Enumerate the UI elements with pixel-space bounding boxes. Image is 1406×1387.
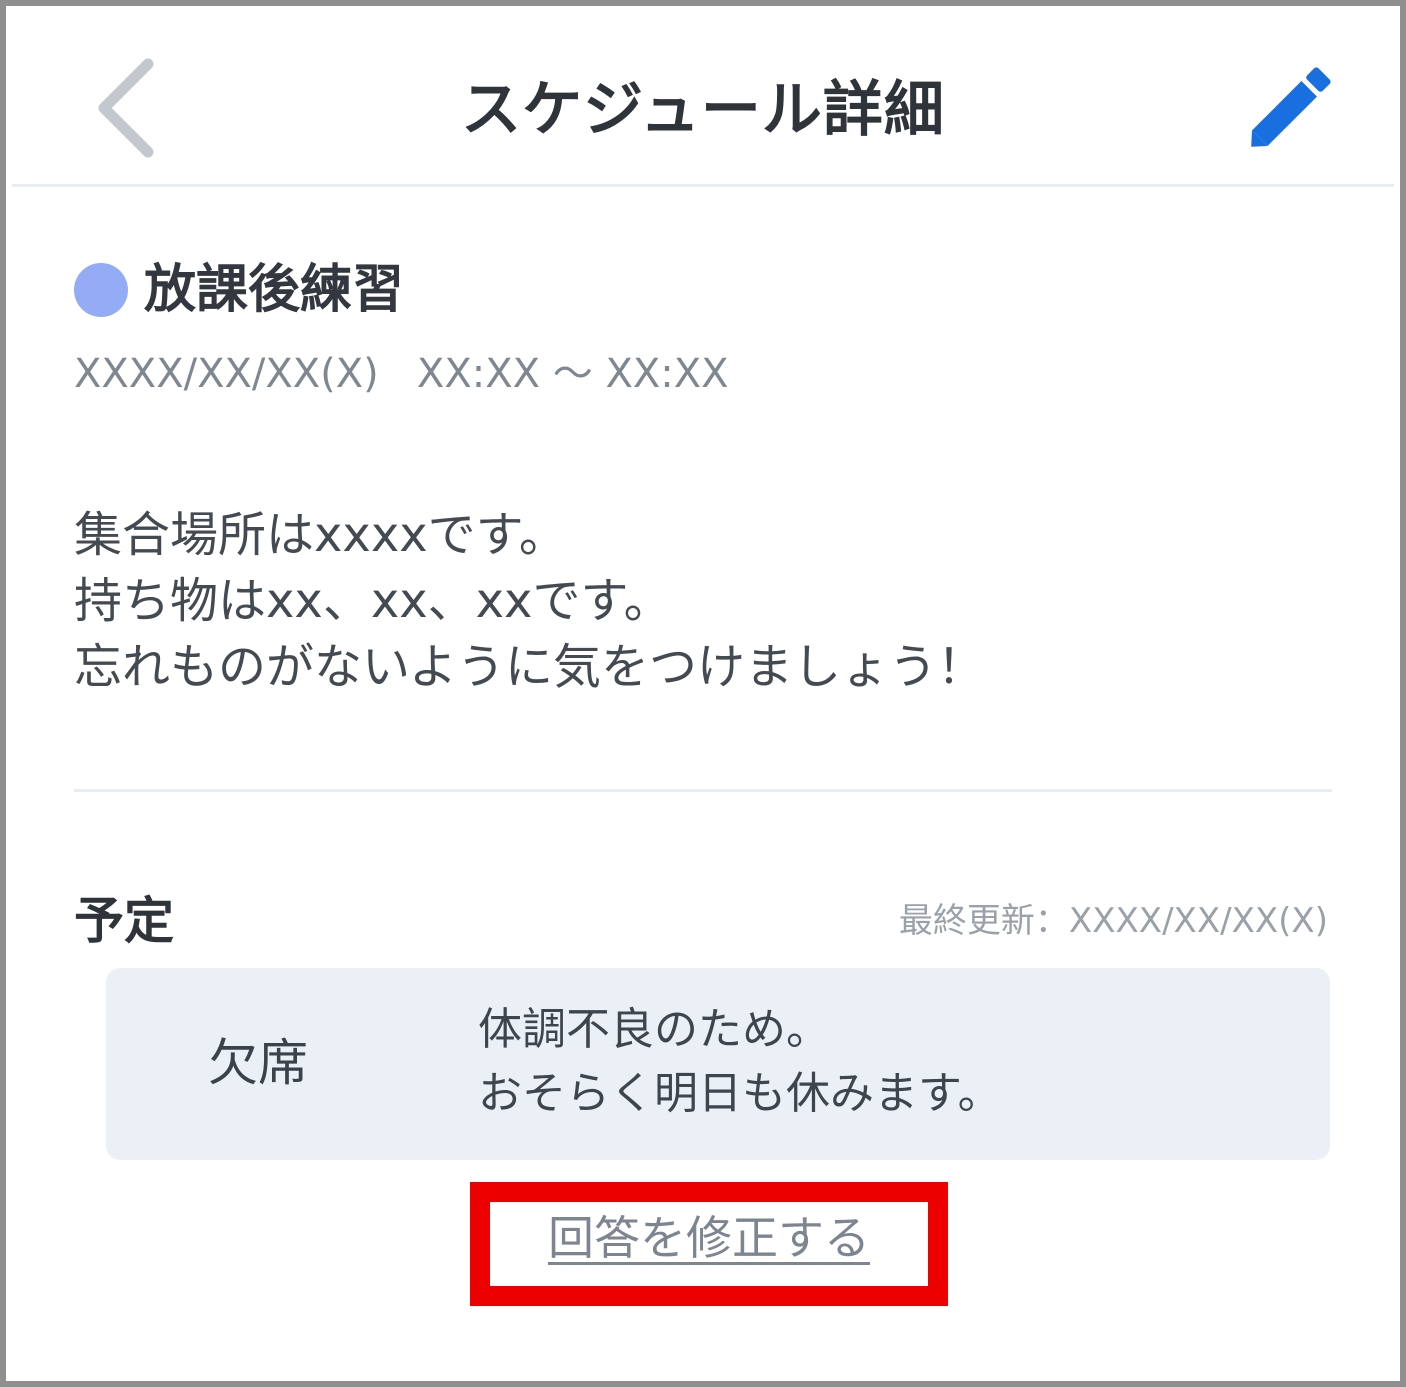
description-line: 持ち物はxx、xx、xxです。	[74, 573, 672, 629]
last-updated-text: 最終更新：XXXX/XX/XX(X)	[898, 901, 1328, 941]
app-header: スケジュール詳細	[12, 12, 1394, 187]
comment-line: 体調不良のため。	[478, 1004, 830, 1055]
response-comment: 体調不良のため。 おそらく明日も休みます。	[478, 998, 1002, 1126]
pencil-icon	[1251, 67, 1331, 147]
response-card: 欠席 体調不良のため。 おそらく明日も休みます。	[106, 968, 1330, 1160]
section-divider	[74, 789, 1332, 792]
edit-answer-link[interactable]: 回答を修正する	[546, 1206, 872, 1270]
edit-button[interactable]	[1234, 56, 1342, 164]
event-title: 放課後練習	[144, 260, 405, 320]
event-title-row: 放課後練習	[74, 254, 404, 326]
page-title: スケジュール詳細	[461, 75, 945, 145]
event-description: 集合場所はxxxxです。 持ち物はxx、xx、xxです。 忘れものがないように気…	[74, 502, 985, 700]
description-line: 忘れものがないように気をつけましょう！	[74, 639, 986, 695]
screen-frame: スケジュール詳細 放課後練習 XXXX/XX/XX(X) XX:XX ～ XX:…	[0, 0, 1406, 1387]
event-datetime: XXXX/XX/XX(X) XX:XX ～ XX:XX	[74, 351, 729, 397]
comment-line: おそらく明日も休みます。	[478, 1068, 1002, 1119]
attendance-status: 欠席	[208, 1034, 308, 1092]
schedule-section-title: 予定	[74, 892, 174, 950]
category-color-dot	[74, 263, 128, 317]
description-line: 集合場所はxxxxです。	[74, 507, 567, 563]
